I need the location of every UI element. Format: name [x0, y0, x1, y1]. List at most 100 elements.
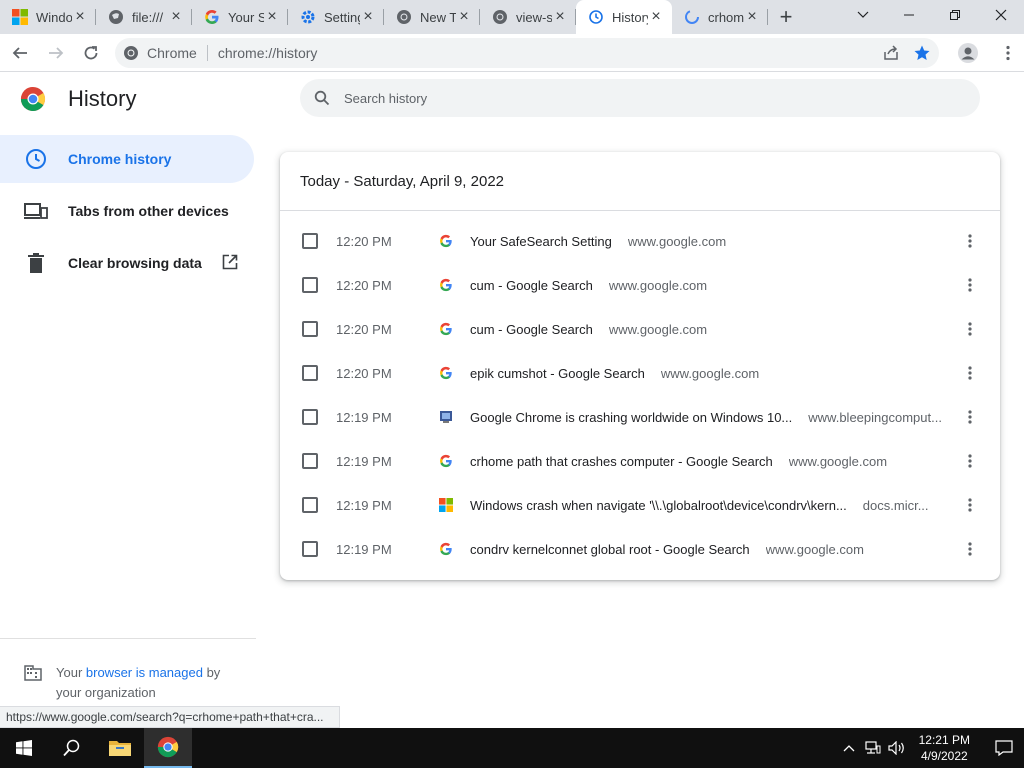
search-history-input[interactable]: [344, 90, 904, 106]
entry-menu-button[interactable]: [962, 449, 978, 473]
tab-search-button[interactable]: [840, 0, 886, 30]
history-entry[interactable]: 12:20 PM cum - Google Search www.google.…: [280, 263, 1000, 307]
system-tray: 12:21 PM 4/9/2022: [837, 728, 1024, 768]
entry-menu-button[interactable]: [962, 317, 978, 341]
entry-time: 12:19 PM: [336, 541, 392, 557]
sidebar-item-tabs-from-other-devices[interactable]: Tabs from other devices: [0, 187, 254, 235]
google-g-icon: [438, 277, 454, 293]
entry-menu-button[interactable]: [962, 537, 978, 561]
history-entry[interactable]: 12:19 PM crhome path that crashes comput…: [280, 439, 1000, 483]
notification-icon[interactable]: [984, 740, 1024, 756]
close-window-button[interactable]: [978, 0, 1024, 30]
close-icon: [995, 9, 1007, 21]
address-bar[interactable]: Chrome chrome://history: [115, 37, 939, 68]
chrome-logo-icon: [157, 736, 179, 758]
tab-crhome[interactable]: crhome ×: [672, 0, 768, 34]
close-icon[interactable]: ×: [72, 8, 88, 25]
site-label: Chrome: [147, 44, 197, 61]
volume-icon[interactable]: [885, 741, 909, 755]
kebab-menu-icon: [968, 454, 972, 468]
entry-title-link[interactable]: Google Chrome is crashing worldwide on W…: [470, 410, 792, 425]
minimize-button[interactable]: [886, 0, 932, 30]
managed-link[interactable]: browser is managed: [86, 665, 203, 680]
search-box[interactable]: [300, 79, 980, 117]
kebab-menu-icon: [968, 410, 972, 424]
sidebar-item-label: Tabs from other devices: [68, 203, 229, 219]
entry-checkbox[interactable]: [302, 321, 318, 337]
entry-domain: www.bleepingcomput...: [808, 409, 942, 425]
entry-title-link[interactable]: cum - Google Search: [470, 322, 593, 337]
entry-domain: www.google.com: [660, 365, 760, 381]
chrome-menu-button[interactable]: [992, 37, 1024, 69]
history-entry[interactable]: 12:20 PM Your SafeSearch Setting www.goo…: [280, 219, 1000, 263]
close-icon[interactable]: ×: [264, 8, 280, 25]
tab-view-source[interactable]: view-source ×: [480, 0, 576, 34]
restore-button[interactable]: [932, 0, 978, 30]
forward-button[interactable]: [40, 37, 72, 69]
entry-title-link[interactable]: epik cumshot - Google Search: [470, 366, 645, 381]
entry-title-link[interactable]: Windows crash when navigate '\\.\globalr…: [470, 498, 847, 513]
entry-checkbox[interactable]: [302, 365, 318, 381]
history-entry[interactable]: 12:20 PM cum - Google Search www.google.…: [280, 307, 1000, 351]
entry-title-link[interactable]: crhome path that crashes computer - Goog…: [470, 454, 773, 469]
new-tab-button[interactable]: +: [768, 0, 804, 34]
history-entry[interactable]: 12:19 PM Windows crash when navigate '\\…: [280, 483, 1000, 527]
search-icon: [63, 739, 80, 757]
profile-button[interactable]: [953, 37, 985, 69]
managed-prefix: Your: [56, 665, 86, 680]
entry-menu-button[interactable]: [962, 405, 978, 429]
history-card: Today - Saturday, April 9, 2022 12:20 PM…: [280, 152, 1000, 580]
sidebar-item-chrome-history[interactable]: Chrome history: [0, 135, 254, 183]
entry-checkbox[interactable]: [302, 409, 318, 425]
start-button[interactable]: [0, 728, 48, 768]
entry-checkbox[interactable]: [302, 233, 318, 249]
entry-checkbox[interactable]: [302, 277, 318, 293]
close-icon[interactable]: ×: [168, 8, 184, 25]
tab-history[interactable]: History ×: [576, 0, 672, 34]
entry-checkbox[interactable]: [302, 497, 318, 513]
chrome-logo-icon: [20, 87, 46, 112]
entry-menu-button[interactable]: [962, 361, 978, 385]
tab-file[interactable]: file:/// ×: [96, 0, 192, 34]
entry-checkbox[interactable]: [302, 541, 318, 557]
entry-title-link[interactable]: cum - Google Search: [470, 278, 593, 293]
tab-windows[interactable]: Windows ×: [0, 0, 96, 34]
close-icon[interactable]: ×: [456, 8, 472, 25]
entry-checkbox[interactable]: [302, 453, 318, 469]
back-button[interactable]: [4, 37, 36, 69]
entry-domain: docs.micr...: [862, 497, 929, 513]
google-g-icon: [438, 453, 454, 469]
share-icon[interactable]: [883, 44, 899, 61]
entry-menu-button[interactable]: [962, 273, 978, 297]
history-entry[interactable]: 12:20 PM epik cumshot - Google Search ww…: [280, 351, 1000, 395]
star-icon[interactable]: [913, 44, 931, 62]
entry-title-link[interactable]: Your SafeSearch Setting: [470, 234, 612, 249]
sidebar-item-clear-browsing-data[interactable]: Clear browsing data: [0, 239, 254, 287]
close-icon[interactable]: ×: [552, 8, 568, 25]
taskbar-clock[interactable]: 12:21 PM 4/9/2022: [919, 732, 970, 764]
entry-menu-button[interactable]: [962, 229, 978, 253]
chrome-icon: [123, 45, 139, 61]
bleepingcomputer-icon: [438, 409, 454, 425]
entry-title-link[interactable]: condrv kernelconnet global root - Google…: [470, 542, 750, 557]
network-icon[interactable]: [861, 741, 885, 755]
url-text[interactable]: chrome://history: [218, 45, 883, 61]
chrome-taskbar-button[interactable]: [144, 728, 192, 768]
sidebar-item-label: Chrome history: [68, 151, 172, 167]
taskbar: 12:21 PM 4/9/2022: [0, 728, 1024, 768]
microsoft-logo-icon: [438, 497, 454, 513]
history-entry[interactable]: 12:19 PM condrv kernelconnet global root…: [280, 527, 1000, 571]
tab-new-tab[interactable]: New Tab ×: [384, 0, 480, 34]
close-icon[interactable]: ×: [648, 8, 664, 25]
taskbar-search-button[interactable]: [48, 728, 96, 768]
reload-button[interactable]: [75, 37, 107, 69]
tab-settings[interactable]: Settings ×: [288, 0, 384, 34]
tab-safesearch[interactable]: Your SafeSearch ×: [192, 0, 288, 34]
close-icon[interactable]: ×: [360, 8, 376, 25]
clock-time: 12:21 PM: [918, 733, 970, 747]
history-entry[interactable]: 12:19 PM Google Chrome is crashing world…: [280, 395, 1000, 439]
file-explorer-button[interactable]: [96, 728, 144, 768]
chevron-up-icon[interactable]: [837, 744, 861, 752]
entry-menu-button[interactable]: [962, 493, 978, 517]
close-icon[interactable]: ×: [744, 8, 760, 25]
